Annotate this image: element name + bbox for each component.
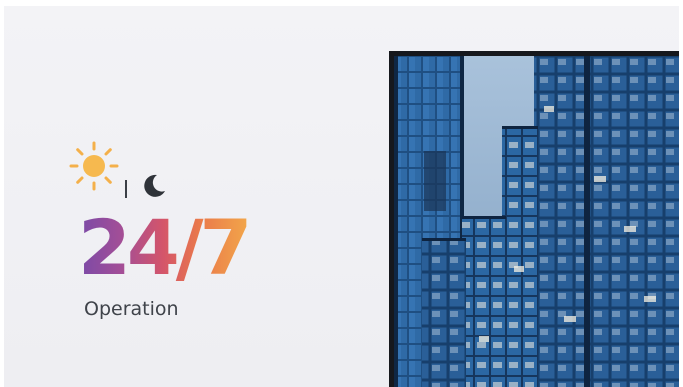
slide-canvas: 24/7 Operation [4, 6, 679, 387]
subheadline: Operation [84, 298, 179, 320]
sun-icon [69, 141, 119, 191]
moon-icon [144, 174, 165, 197]
building-photo [389, 51, 679, 387]
icon-divider [125, 180, 127, 198]
headline: 24/7 [78, 203, 252, 292]
